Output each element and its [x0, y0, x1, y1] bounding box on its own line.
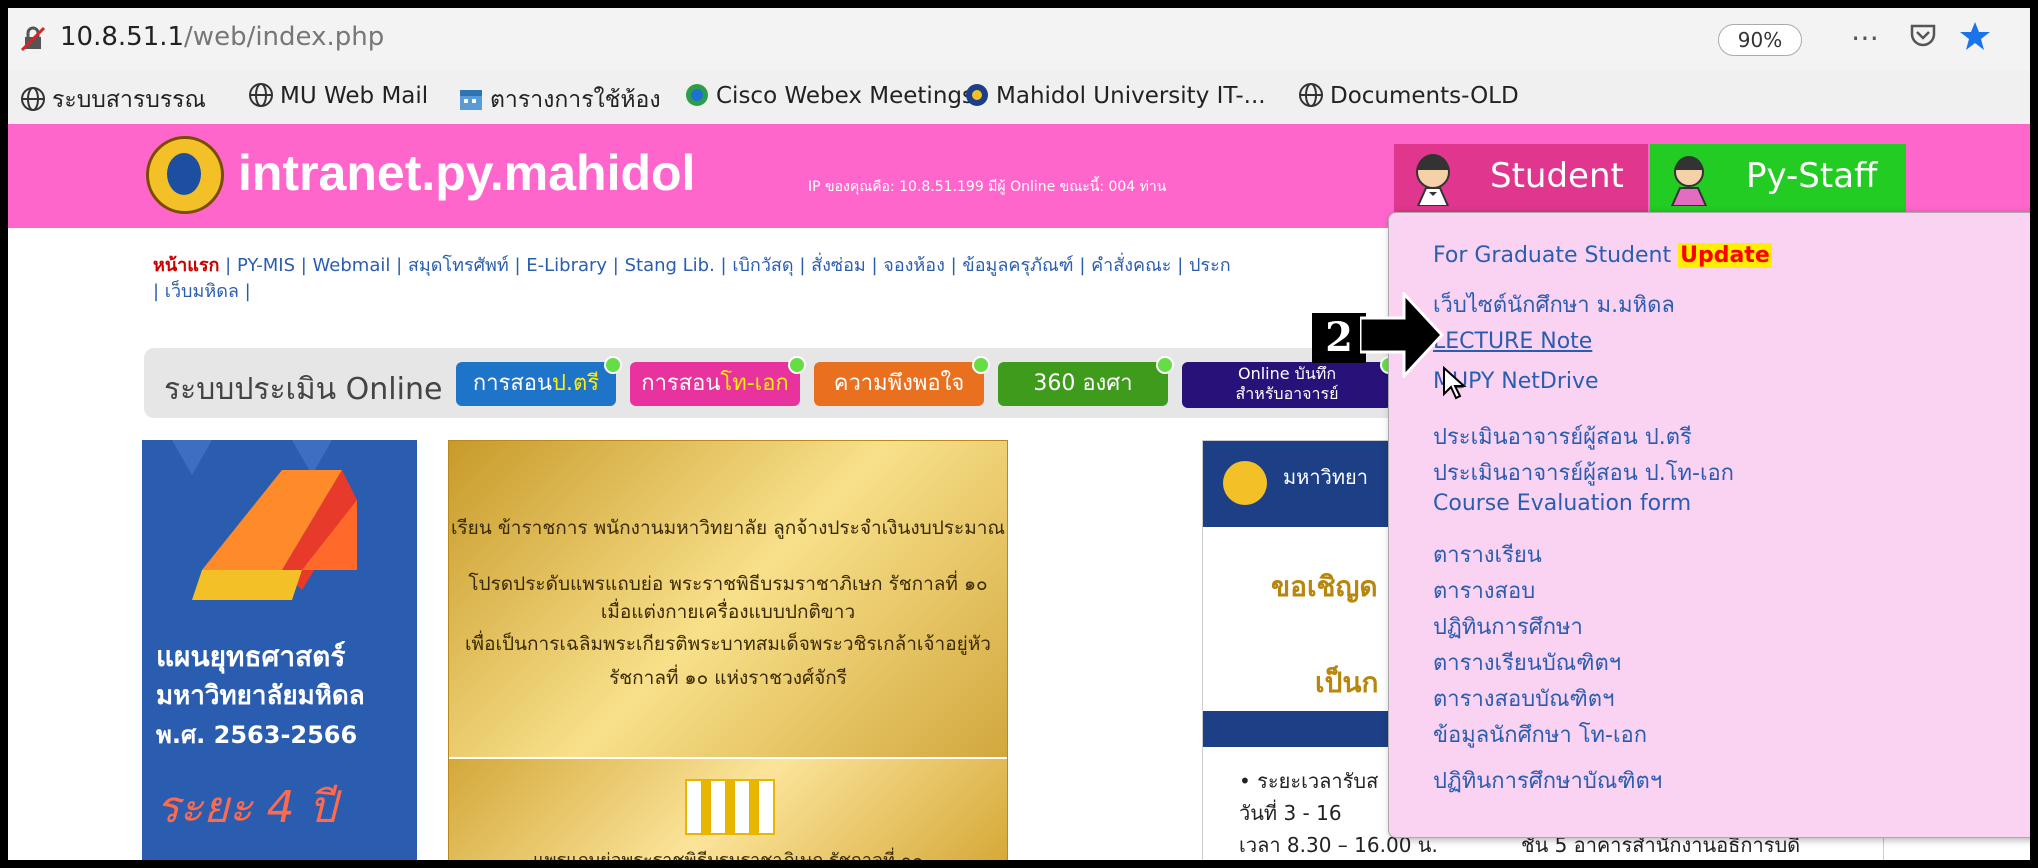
eval-satisfaction-button[interactable]: ความพึงพอใจ: [814, 356, 990, 406]
bookmark-label: Documents-OLD: [1330, 83, 1519, 109]
strategy-logo-graphic: [172, 440, 357, 600]
bookmark-item[interactable]: Cisco Webex Meetings: [684, 82, 974, 109]
pill-label: การสอน: [641, 371, 721, 396]
notice-header: มหาวิทยา: [1203, 441, 1403, 527]
bookmark-item[interactable]: Mahidol University IT-...: [964, 82, 1266, 109]
pill-label-sub: สำหรับอาจารย์: [1235, 384, 1339, 403]
strategy-line4: ระยะ 4 ปี: [156, 782, 337, 833]
royal-line: เมื่อแต่งกายเครื่องแบบปกติขาว: [600, 601, 856, 623]
pill-label-highlight: ป.ตรี: [552, 371, 600, 396]
eval-teaching-grad-button[interactable]: การสอนโท-เอก: [630, 356, 806, 406]
strategy-banner[interactable]: แผนยุทธศาสตร์ มหาวิทยาลัยมหิดล พ.ศ. 2563…: [142, 440, 417, 860]
student-avatar-icon: [1416, 154, 1450, 206]
strategy-line2: มหาวิทยาลัยมหิดล: [156, 681, 365, 711]
links-line2[interactable]: | เว็บมหิดล |: [153, 281, 251, 302]
pill-label: 360 องศา: [1033, 371, 1133, 396]
address-bar[interactable]: 10.8.51.1/web/index.php 90% ⋯: [8, 8, 2030, 71]
globe-icon: [249, 83, 273, 107]
pocket-icon[interactable]: [1906, 20, 1940, 56]
menu-item-academic-calendar[interactable]: ปฏิทินการศึกษา: [1433, 609, 1583, 644]
annotation-arrow-icon: [1360, 292, 1444, 378]
menu-item-grad-calendar[interactable]: ปฏิทินการศึกษาบัณฑิตฯ: [1433, 763, 1662, 798]
royal-line: เพื่อเป็นการเฉลิมพระเกียรติพระบาทสมเด็จพ…: [465, 633, 991, 655]
menu-item-eval-grad[interactable]: ประเมินอาจารย์ผู้สอน ป.โท-เอก: [1433, 455, 1734, 490]
top-links[interactable]: หน้าแรก | PY-MIS | Webmail | สมุดโทรศัพท…: [153, 253, 1403, 305]
menu-item-exam-schedule[interactable]: ตารางสอบ: [1433, 573, 1535, 608]
bookmark-label: ระบบสารบรรณ: [52, 87, 206, 113]
notice-detail: • ระยะเวลารับส: [1239, 769, 1379, 793]
globe-icon: [21, 87, 45, 111]
royal-banner[interactable]: เรียน ข้าราชการ พนักงานมหาวิทยาลัย ลูกจ้…: [448, 440, 1008, 860]
url-text[interactable]: 10.8.51.1/web/index.php: [60, 22, 384, 52]
menu-item-student-website[interactable]: เว็บไซต์นักศึกษา ม.มหิดล: [1433, 287, 1675, 322]
strategy-line3: พ.ศ. 2563-2566: [156, 721, 358, 749]
bookmark-item[interactable]: MU Web Mail: [248, 82, 428, 109]
evaluation-bar: ระบบประเมิน Online การสอนป.ตรี การสอนโท-…: [144, 348, 1414, 418]
notice-line2: เป็นก: [1315, 666, 1379, 699]
ip-info: IP ของคุณคือ: 10.8.51.199 มีผู้ Online ข…: [808, 179, 1167, 195]
url-host: 10.8.51.1: [60, 22, 185, 52]
bookmark-label: MU Web Mail: [280, 83, 429, 109]
pill-label: การสอน: [472, 371, 553, 396]
menu-item-class-schedule[interactable]: ตารางเรียน: [1433, 537, 1542, 572]
bookmark-item[interactable]: Documents-OLD: [1298, 82, 1519, 109]
notice-invite: ขอเชิญด: [1271, 570, 1378, 603]
insecure-lock-icon: [20, 26, 46, 52]
menu-item-grad-class-schedule[interactable]: ตารางเรียนบัณฑิตฯ: [1433, 645, 1621, 680]
mahidol-logo: [146, 136, 224, 214]
home-link[interactable]: หน้าแรก: [153, 255, 219, 276]
links-rest[interactable]: | PY-MIS | Webmail | สมุดโทรศัพท์ | E-Li…: [219, 255, 1230, 276]
bookmark-star-icon[interactable]: [1958, 20, 1992, 56]
royal-line: รัชกาลที่ ๑๐ แห่งราชวงศ์จักรี: [609, 667, 847, 689]
menu-item-label: For Graduate Student: [1433, 243, 1679, 268]
webex-icon: [686, 84, 708, 106]
zoom-indicator[interactable]: 90%: [1718, 24, 1802, 56]
pill-label: ความพึงพอใจ: [833, 371, 965, 396]
notice-detail: วันที่ 3 - 16: [1239, 801, 1342, 825]
status-dot: [1156, 356, 1174, 374]
more-icon[interactable]: ⋯: [1848, 20, 1882, 56]
bookmark-item[interactable]: ระบบสารบรรณ: [20, 82, 206, 118]
bookmark-label: Cisco Webex Meetings: [716, 83, 974, 109]
eval-teaching-bachelor-button[interactable]: การสอนป.ตรี: [456, 356, 622, 406]
student-dropdown-menu: For Graduate Student Update เว็บไซต์นักศ…: [1388, 212, 2030, 838]
status-dot: [788, 356, 806, 374]
menu-item-eval-bachelor[interactable]: ประเมินอาจารย์ผู้สอน ป.ตรี: [1433, 419, 1692, 454]
royal-line: โปรดประดับแพรแถบย่อ พระราชพิธีบรมราชาภิเ…: [468, 573, 988, 595]
status-dot: [972, 356, 990, 374]
evaluation-title: ระบบประเมิน Online: [164, 372, 443, 407]
menu-item-graduate-student[interactable]: For Graduate Student Update: [1433, 243, 1772, 268]
mahidol-icon: [966, 84, 988, 106]
calendar-icon: [460, 90, 482, 110]
menu-item-lecture-note[interactable]: LECTURE Note: [1433, 329, 1592, 354]
status-dot: [604, 356, 622, 374]
staff-avatar-icon: [1670, 156, 1708, 206]
bookmark-label: ตารางการใช้ห้อง: [490, 87, 661, 113]
bookmarks-toolbar: ระบบสารบรรณ MU Web Mail ตารางการใช้ห้อง …: [8, 70, 2030, 125]
update-badge: Update: [1678, 243, 1772, 268]
ribbon-panel: แพรแถบย่อพระราชพิธีบรมราชาภิเษก รัชกาลที…: [449, 757, 1007, 860]
url-path: /web/index.php: [184, 22, 385, 52]
menu-item-grad-exam-schedule[interactable]: ตารางสอบบัณฑิตฯ: [1433, 681, 1614, 716]
strategy-line1: แผนยุทธศาสตร์: [156, 640, 346, 673]
globe-icon: [1299, 83, 1323, 107]
browser-window: 10.8.51.1/web/index.php 90% ⋯ ระบบสารบรร…: [8, 8, 2030, 860]
bookmark-label: Mahidol University IT-...: [996, 83, 1266, 109]
mouse-cursor-icon: [1443, 366, 1467, 400]
pill-label-highlight: โท-เอก: [720, 371, 789, 396]
ribbon-caption: แพรแถบย่อพระราชพิธีบรมราชาภิเษก รัชกาลที…: [449, 845, 1007, 860]
site-title[interactable]: intranet.py.mahidol: [238, 144, 695, 202]
step-number-badge: 2: [1312, 313, 1366, 363]
pill-label: Online บันทึก: [1237, 364, 1337, 383]
notice-head-text: มหาวิทยา: [1283, 465, 1368, 489]
bookmark-item[interactable]: ตารางการใช้ห้อง: [458, 82, 661, 118]
menu-item-grad-student-info[interactable]: ข้อมูลนักศึกษา โท-เอก: [1433, 717, 1647, 752]
royal-line: เรียน ข้าราชการ พนักงานมหาวิทยาลัย ลูกจ้…: [450, 517, 1006, 539]
student-label: Student: [1490, 156, 1624, 196]
py-staff-label: Py-Staff: [1746, 156, 1878, 196]
ribbon-image: [685, 779, 775, 835]
eval-360-button[interactable]: 360 องศา: [998, 356, 1174, 406]
menu-item-course-evaluation[interactable]: Course Evaluation form: [1433, 491, 1691, 516]
mahidol-logo: [1223, 461, 1267, 505]
